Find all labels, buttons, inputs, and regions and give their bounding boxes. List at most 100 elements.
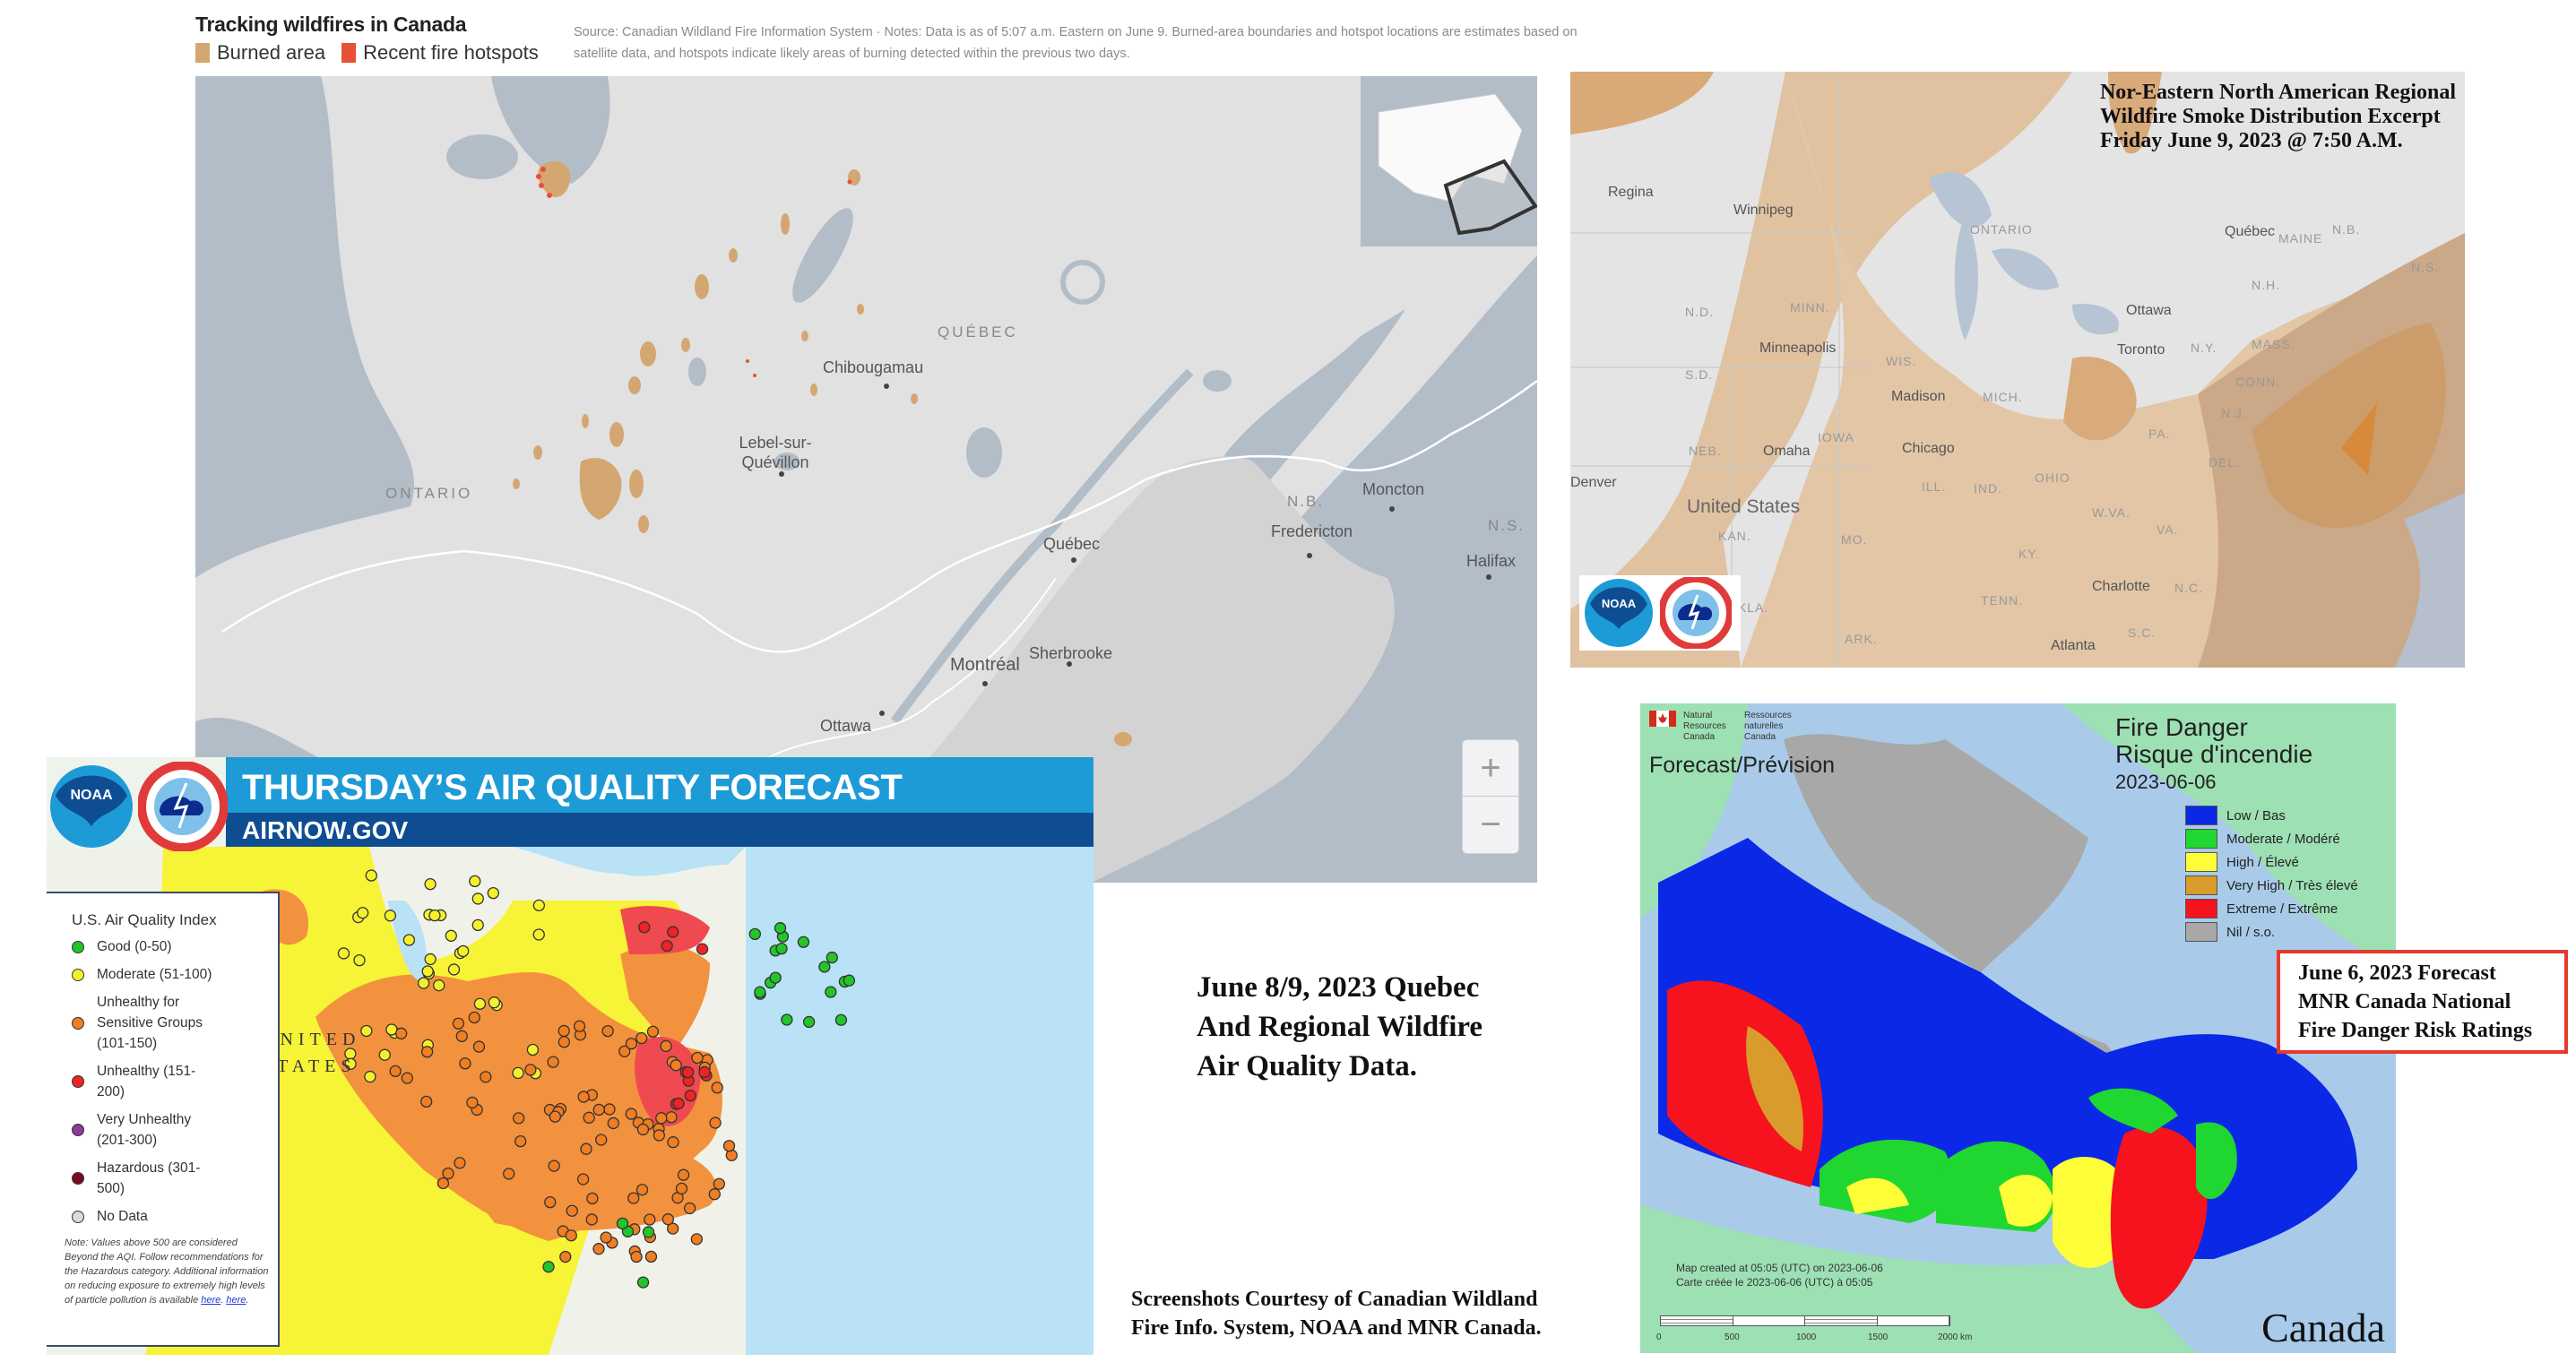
aq-monitor-dot — [445, 929, 457, 942]
noaa-logo-icon: NOAA — [1585, 579, 1653, 647]
fire-danger-legend-item: Nil / s.o. — [2185, 920, 2358, 944]
caption-line: Air Quality Data. — [1197, 1050, 1417, 1082]
smoke-state-label: ARK. — [1845, 632, 1878, 646]
map-zoom-control: + − — [1462, 739, 1519, 854]
aq-monitor-dot — [818, 961, 831, 973]
smoke-map-title: Nor-Eastern North American Regional Wild… — [2100, 81, 2456, 153]
smoke-city-quebec: Québec — [2225, 224, 2276, 239]
airnow-link[interactable]: AIRNOW.GOV — [242, 816, 408, 845]
aqi-legend: U.S. Air Quality Index Good (0-50) Moder… — [47, 892, 280, 1347]
aq-monitor-dot — [601, 1024, 614, 1038]
zoom-in-button[interactable]: + — [1463, 740, 1518, 796]
smoke-city-omaha: Omaha — [1763, 444, 1811, 459]
burned-area-label: Burned area — [217, 41, 326, 64]
city-label-montreal: Montréal — [950, 655, 1020, 675]
fire-danger-legend-item: Moderate / Modéré — [2185, 827, 2358, 850]
hotspot-label: Recent fire hotspots — [363, 41, 539, 64]
aq-monitor-dot — [677, 1168, 690, 1181]
aqi-legend-label: No Data — [97, 1209, 148, 1224]
aq-monitor-dot — [503, 1168, 515, 1180]
smoke-city-winnipeg: Winnipeg — [1733, 203, 1794, 218]
air-quality-panel: UNITED STATES NOAA THURSDAY’S AIR QUALIT… — [47, 757, 1094, 1355]
smoke-city-toronto: Toronto — [2117, 342, 2165, 358]
aq-monitor-dot — [401, 1072, 413, 1084]
smoke-city-minneapolis: Minneapolis — [1759, 341, 1837, 356]
aqi-note-link[interactable]: here — [201, 1295, 220, 1306]
forecast-label: Forecast/Prévision — [1649, 753, 1836, 778]
hotspot-swatch — [341, 43, 357, 63]
smoke-city-charlotte: Charlotte — [2092, 579, 2150, 594]
region-label-ontario: ONTARIO — [385, 485, 473, 502]
aq-monitor-dot — [559, 1250, 572, 1263]
aqi-legend-label: Moderate (51-100) — [97, 967, 212, 982]
smoke-city-regina: Regina — [1608, 185, 1654, 200]
fire-danger-legend-item: Very High / Très élevé — [2185, 874, 2358, 897]
aq-monitor-dot — [683, 1202, 696, 1215]
wildfire-legend: Burned area Recent fire hotspots — [195, 41, 539, 65]
aq-monitor-dot — [364, 1070, 376, 1083]
aq-monitor-dot — [603, 1103, 616, 1116]
city-label-moncton: Moncton — [1362, 480, 1425, 498]
scale-tick: 0 — [1656, 1332, 1662, 1342]
aq-monitor-dot — [644, 1250, 658, 1263]
aq-monitor-dot — [583, 1111, 595, 1124]
smoke-state-label: N.Y. — [2191, 341, 2217, 355]
aq-monitor-dot — [802, 1015, 816, 1029]
smoke-state-label: TENN. — [1981, 593, 2023, 608]
aq-monitor-dot — [711, 1082, 723, 1094]
aq-monitor-dot — [365, 869, 377, 882]
noaa-nws-logos: NOAA — [1579, 575, 1741, 651]
legend-swatch — [2185, 922, 2217, 942]
aqi-legend-item: No Data — [72, 1206, 269, 1227]
aqi-dot-no-data — [72, 1210, 84, 1223]
city-dot — [1307, 553, 1312, 558]
credit-line: Screenshots Courtesy of Canadian Wildlan… — [1131, 1288, 1538, 1311]
aq-monitor-dot — [524, 1064, 537, 1076]
smoke-state-label: N.S. — [2411, 260, 2440, 274]
aq-monitor-dot — [514, 1134, 527, 1148]
aq-monitor-dot — [774, 922, 787, 935]
city-dot — [1067, 661, 1072, 667]
scale-tick: 1000 — [1796, 1332, 1817, 1342]
legend-swatch — [2185, 829, 2217, 849]
aqi-legend-label: Unhealthy (151-200) — [97, 1064, 196, 1099]
aq-monitor-dot — [428, 909, 441, 922]
callout-line: June 6, 2023 Forecast — [2298, 961, 2496, 985]
burned-area-swatch — [195, 43, 210, 63]
aq-monitor-dot — [696, 943, 709, 955]
nws-logo-icon — [1660, 577, 1732, 649]
aq-monitor-dot — [532, 928, 545, 941]
aq-monitor-dot — [337, 947, 350, 960]
scale-tick: 500 — [1725, 1332, 1740, 1342]
aq-monitor-dot — [698, 1065, 711, 1079]
smoke-city-chicago: Chicago — [1902, 441, 1955, 456]
smoke-state-label: IOWA — [1818, 430, 1854, 444]
smoke-state-label: VA. — [2157, 522, 2179, 537]
aq-monitor-dot — [558, 1036, 571, 1048]
aq-monitor-dot — [642, 1226, 655, 1238]
smoke-state-label: ONTARIO — [1970, 222, 2033, 237]
legend-swatch — [2185, 806, 2217, 825]
aq-monitor-dot — [433, 979, 445, 992]
aq-monitor-dot — [442, 1167, 454, 1180]
aq-monitor-dot — [661, 1213, 675, 1226]
aq-monitor-dot — [480, 1071, 492, 1083]
city-label-chibougamau: Chibougamau — [823, 358, 924, 376]
aq-monitor-dot — [573, 1020, 586, 1032]
aqi-dot-moderate — [72, 968, 84, 981]
smoke-state-label: DEL. — [2209, 455, 2241, 470]
aq-monitor-dot — [487, 886, 499, 900]
aq-monitor-dot — [797, 936, 810, 948]
region-label-quebec: QUÉBEC — [938, 323, 1018, 341]
city-label-sherbrooke: Sherbrooke — [1029, 644, 1113, 662]
city-dot — [982, 681, 988, 686]
aqi-note-link[interactable]: here — [226, 1295, 246, 1306]
smoke-distribution-map: Nor-Eastern North American Regional Wild… — [1570, 72, 2465, 668]
zoom-out-button[interactable]: − — [1463, 796, 1518, 852]
aqi-legend-item: Very Unhealthy (201-300) — [72, 1109, 269, 1151]
aq-monitor-dot — [653, 1129, 666, 1142]
aqi-dot-unhealthy — [72, 1075, 84, 1088]
wildfire-map-title: Tracking wildfires in Canada — [195, 13, 467, 36]
legend-label: Moderate / Modéré — [2226, 831, 2340, 847]
canada-wordmark: Canada — [2261, 1305, 2385, 1350]
